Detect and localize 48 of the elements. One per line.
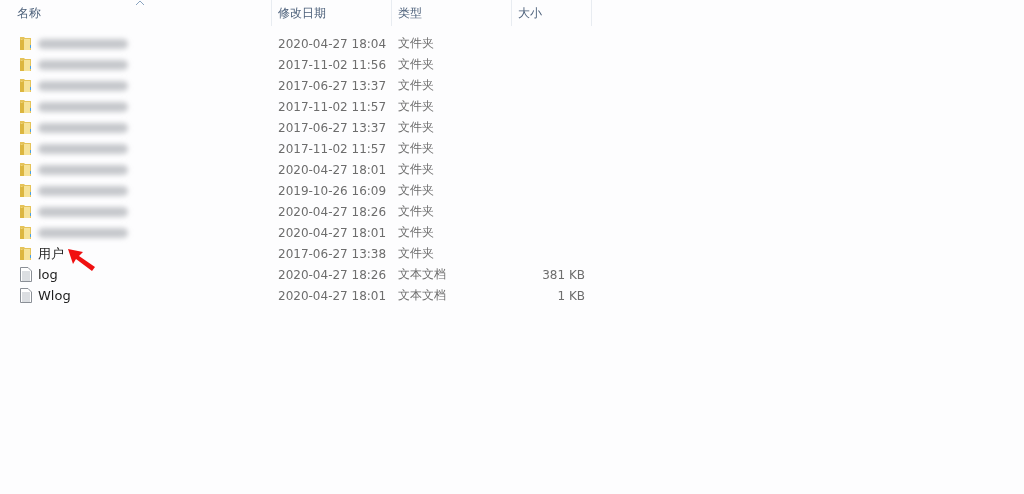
folder-icon	[19, 36, 32, 51]
file-type: 文件夹	[397, 98, 435, 115]
column-header[interactable]: 大小	[512, 0, 592, 26]
text-file-icon	[19, 288, 32, 303]
modified-date: 2017-11-02 11:57	[277, 141, 388, 156]
file-type: 文本文档	[397, 287, 447, 304]
column-header[interactable]: 类型	[392, 0, 512, 26]
column-header[interactable]: 修改日期	[272, 0, 392, 26]
modified-date: 2020-04-27 18:01	[277, 225, 388, 240]
modified-date: 2020-04-27 18:26	[277, 267, 388, 282]
modified-date: 2020-04-27 18:26	[277, 204, 388, 219]
folder-icon	[19, 162, 32, 177]
text-file-icon	[19, 267, 32, 282]
file-type: 文本文档	[397, 266, 447, 283]
file-size: 381 KB	[542, 267, 585, 282]
modified-date: 2017-06-27 13:37	[277, 78, 388, 93]
file-name[interactable]: Wlog	[38, 288, 71, 303]
folder-icon	[19, 99, 32, 114]
file-size: 1 KB	[557, 288, 585, 303]
file-type: 文件夹	[397, 161, 435, 178]
modified-date: 2017-06-27 13:37	[277, 120, 388, 135]
modified-date: 2017-11-02 11:57	[277, 99, 388, 114]
folder-icon	[19, 225, 32, 240]
file-type: 文件夹	[397, 56, 435, 73]
folder-icon	[19, 204, 32, 219]
file-type: 文件夹	[397, 224, 435, 241]
folder-icon	[19, 183, 32, 198]
file-type: 文件夹	[397, 119, 435, 136]
modified-date: 2020-04-27 18:01	[277, 288, 388, 303]
file-type: 文件夹	[397, 140, 435, 157]
modified-date: 2019-10-26 16:09	[277, 183, 388, 198]
modified-date: 2017-11-02 11:56	[277, 57, 388, 72]
folder-icon	[19, 78, 32, 93]
folder-icon	[19, 246, 32, 261]
modified-date: 2017-06-27 13:38	[277, 246, 388, 261]
folder-icon	[19, 141, 32, 156]
file-type: 文件夹	[397, 182, 435, 199]
folder-icon	[19, 120, 32, 135]
folder-icon	[19, 57, 32, 72]
file-name[interactable]: log	[38, 267, 58, 282]
modified-date: 2020-04-27 18:04	[277, 36, 388, 51]
file-type: 文件夹	[397, 77, 435, 94]
file-type: 文件夹	[397, 203, 435, 220]
file-type: 文件夹	[397, 245, 435, 262]
file-name[interactable]: 用户	[38, 244, 64, 263]
file-type: 文件夹	[397, 35, 435, 52]
modified-date: 2020-04-27 18:01	[277, 162, 388, 177]
column-header[interactable]: 名称	[0, 0, 272, 26]
